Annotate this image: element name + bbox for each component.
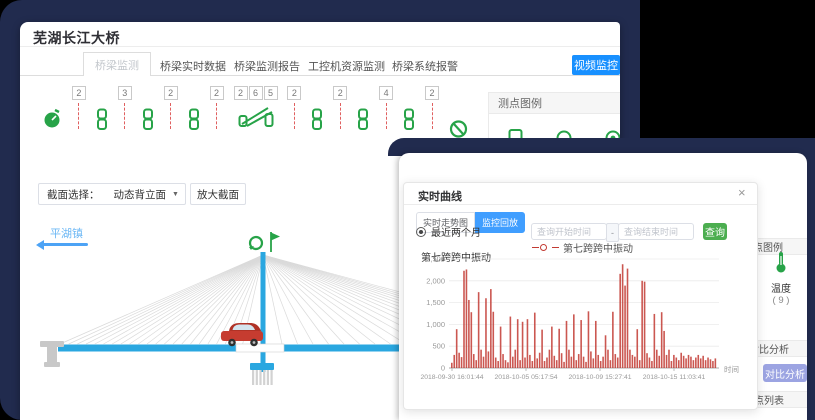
chain-link-icon[interactable]: 0	[188, 86, 200, 131]
sensor-count-badge: 5	[264, 86, 278, 100]
svg-text:500: 500	[432, 342, 445, 351]
chain-link-icon[interactable]: 0	[357, 86, 369, 131]
enlarge-section-button[interactable]: 放大截面	[190, 183, 246, 205]
dash-line: 2	[333, 86, 347, 129]
dash-line: 2	[425, 86, 439, 129]
svg-text:2018-10-05 05:17:54: 2018-10-05 05:17:54	[494, 374, 557, 381]
sensor-strip: 0203020226520204020	[42, 86, 468, 144]
svg-text:2,500: 2,500	[426, 255, 445, 264]
sensor-count-badge: 3	[118, 86, 132, 100]
svg-text:2018-09-30 16:01:44: 2018-09-30 16:01:44	[420, 374, 483, 381]
video-monitor-button[interactable]: 视频监控	[572, 55, 620, 75]
tab-bridge-monitoring[interactable]: 桥梁监测	[83, 52, 151, 76]
sensor-count-badge: 2	[164, 86, 178, 100]
vibration-chart: 0 500 1,000 1,500 2,000 2,500 2018-09-30 16:01…	[404, 183, 757, 407]
popup-right-frame	[807, 148, 815, 420]
dash-line: 4	[379, 86, 393, 129]
gauge-icon[interactable]: 0	[42, 86, 62, 130]
thermometer-icon	[774, 251, 788, 278]
dash-line: 3	[118, 86, 132, 129]
dash-line: 2	[287, 86, 301, 129]
chain-link-icon[interactable]: 0	[403, 86, 415, 131]
tab-realtime-data[interactable]: 桥梁实时数据	[160, 58, 226, 74]
left-pier	[40, 341, 64, 367]
svg-text:时间: 时间	[724, 364, 739, 374]
compare-analysis-button[interactable]: 对比分析	[763, 364, 807, 382]
section-select-label: 截面选择：	[39, 187, 108, 202]
title-divider	[20, 46, 620, 47]
legend-panel-title: 测点图例	[488, 95, 542, 111]
sensor-count-badge: 6	[249, 86, 263, 100]
tab-monitor-report[interactable]: 桥梁监测报告	[234, 58, 300, 74]
top-right-black-area	[640, 0, 815, 140]
svg-text:1,500: 1,500	[426, 298, 445, 307]
sensor-count-badge: 2	[287, 86, 301, 100]
realtime-curve-dialog: 实时曲线 × 实时走势图 监控回放 最近两个月 - 查询 第七跨跨中振动 第七跨…	[403, 182, 758, 410]
sensor-count-badge: 2	[425, 86, 439, 100]
sensor-count-badge: 2	[72, 86, 86, 100]
temperature-count: ( 9 )	[773, 295, 790, 306]
popup-window: 测点图例 温度 ( 9 ) 对比分析 对比分析 测点列表 实时曲线 × 实时走势…	[399, 153, 807, 420]
svg-text:2,000: 2,000	[426, 276, 445, 285]
legend-panel-header: 测点图例	[488, 92, 620, 114]
tab-label: 桥梁监测	[95, 57, 139, 73]
bridge-tower	[261, 252, 266, 372]
svg-text:0: 0	[441, 364, 445, 373]
page-title: 芜湖长江大桥	[33, 28, 120, 48]
deck-gap	[236, 344, 284, 352]
chain-link-icon[interactable]: 0	[311, 86, 323, 131]
no-entry-icon[interactable]: 0	[449, 86, 468, 142]
tower-foundation	[250, 363, 274, 385]
dash-line: 2	[164, 86, 178, 129]
sensor-count-badge: 2	[333, 86, 347, 100]
temperature-label: 温度	[771, 280, 791, 295]
chevron-down-icon: ▼	[170, 191, 185, 198]
chain-link-icon[interactable]: 0	[142, 86, 154, 131]
svg-text:2018-10-15 11:03:41: 2018-10-15 11:03:41	[643, 374, 706, 381]
dash-line: 2	[72, 86, 86, 129]
svg-text:2018-10-09 15:27:41: 2018-10-09 15:27:41	[568, 374, 631, 381]
chain-link-icon[interactable]: 0	[96, 86, 108, 131]
sensor-count-badge: 2	[210, 86, 224, 100]
svg-text:1,000: 1,000	[426, 320, 445, 329]
tower-top-sensor-icons	[249, 232, 280, 252]
sensor-count-badge: 2	[234, 86, 248, 100]
section-select-value: 动态背立面	[108, 187, 171, 202]
section-select[interactable]: 截面选择： 动态背立面 ▼	[38, 183, 186, 205]
tab-system-alarm[interactable]: 桥梁系统报警	[392, 58, 458, 74]
truss-icon[interactable]: 265	[234, 86, 278, 128]
tab-ipc-resource[interactable]: 工控机资源监测	[308, 58, 385, 74]
dash-line: 2	[210, 86, 224, 129]
car	[221, 323, 263, 346]
temperature-sensor-cell[interactable]: 温度 ( 9 )	[759, 251, 803, 306]
sensor-count-badge: 4	[379, 86, 393, 100]
